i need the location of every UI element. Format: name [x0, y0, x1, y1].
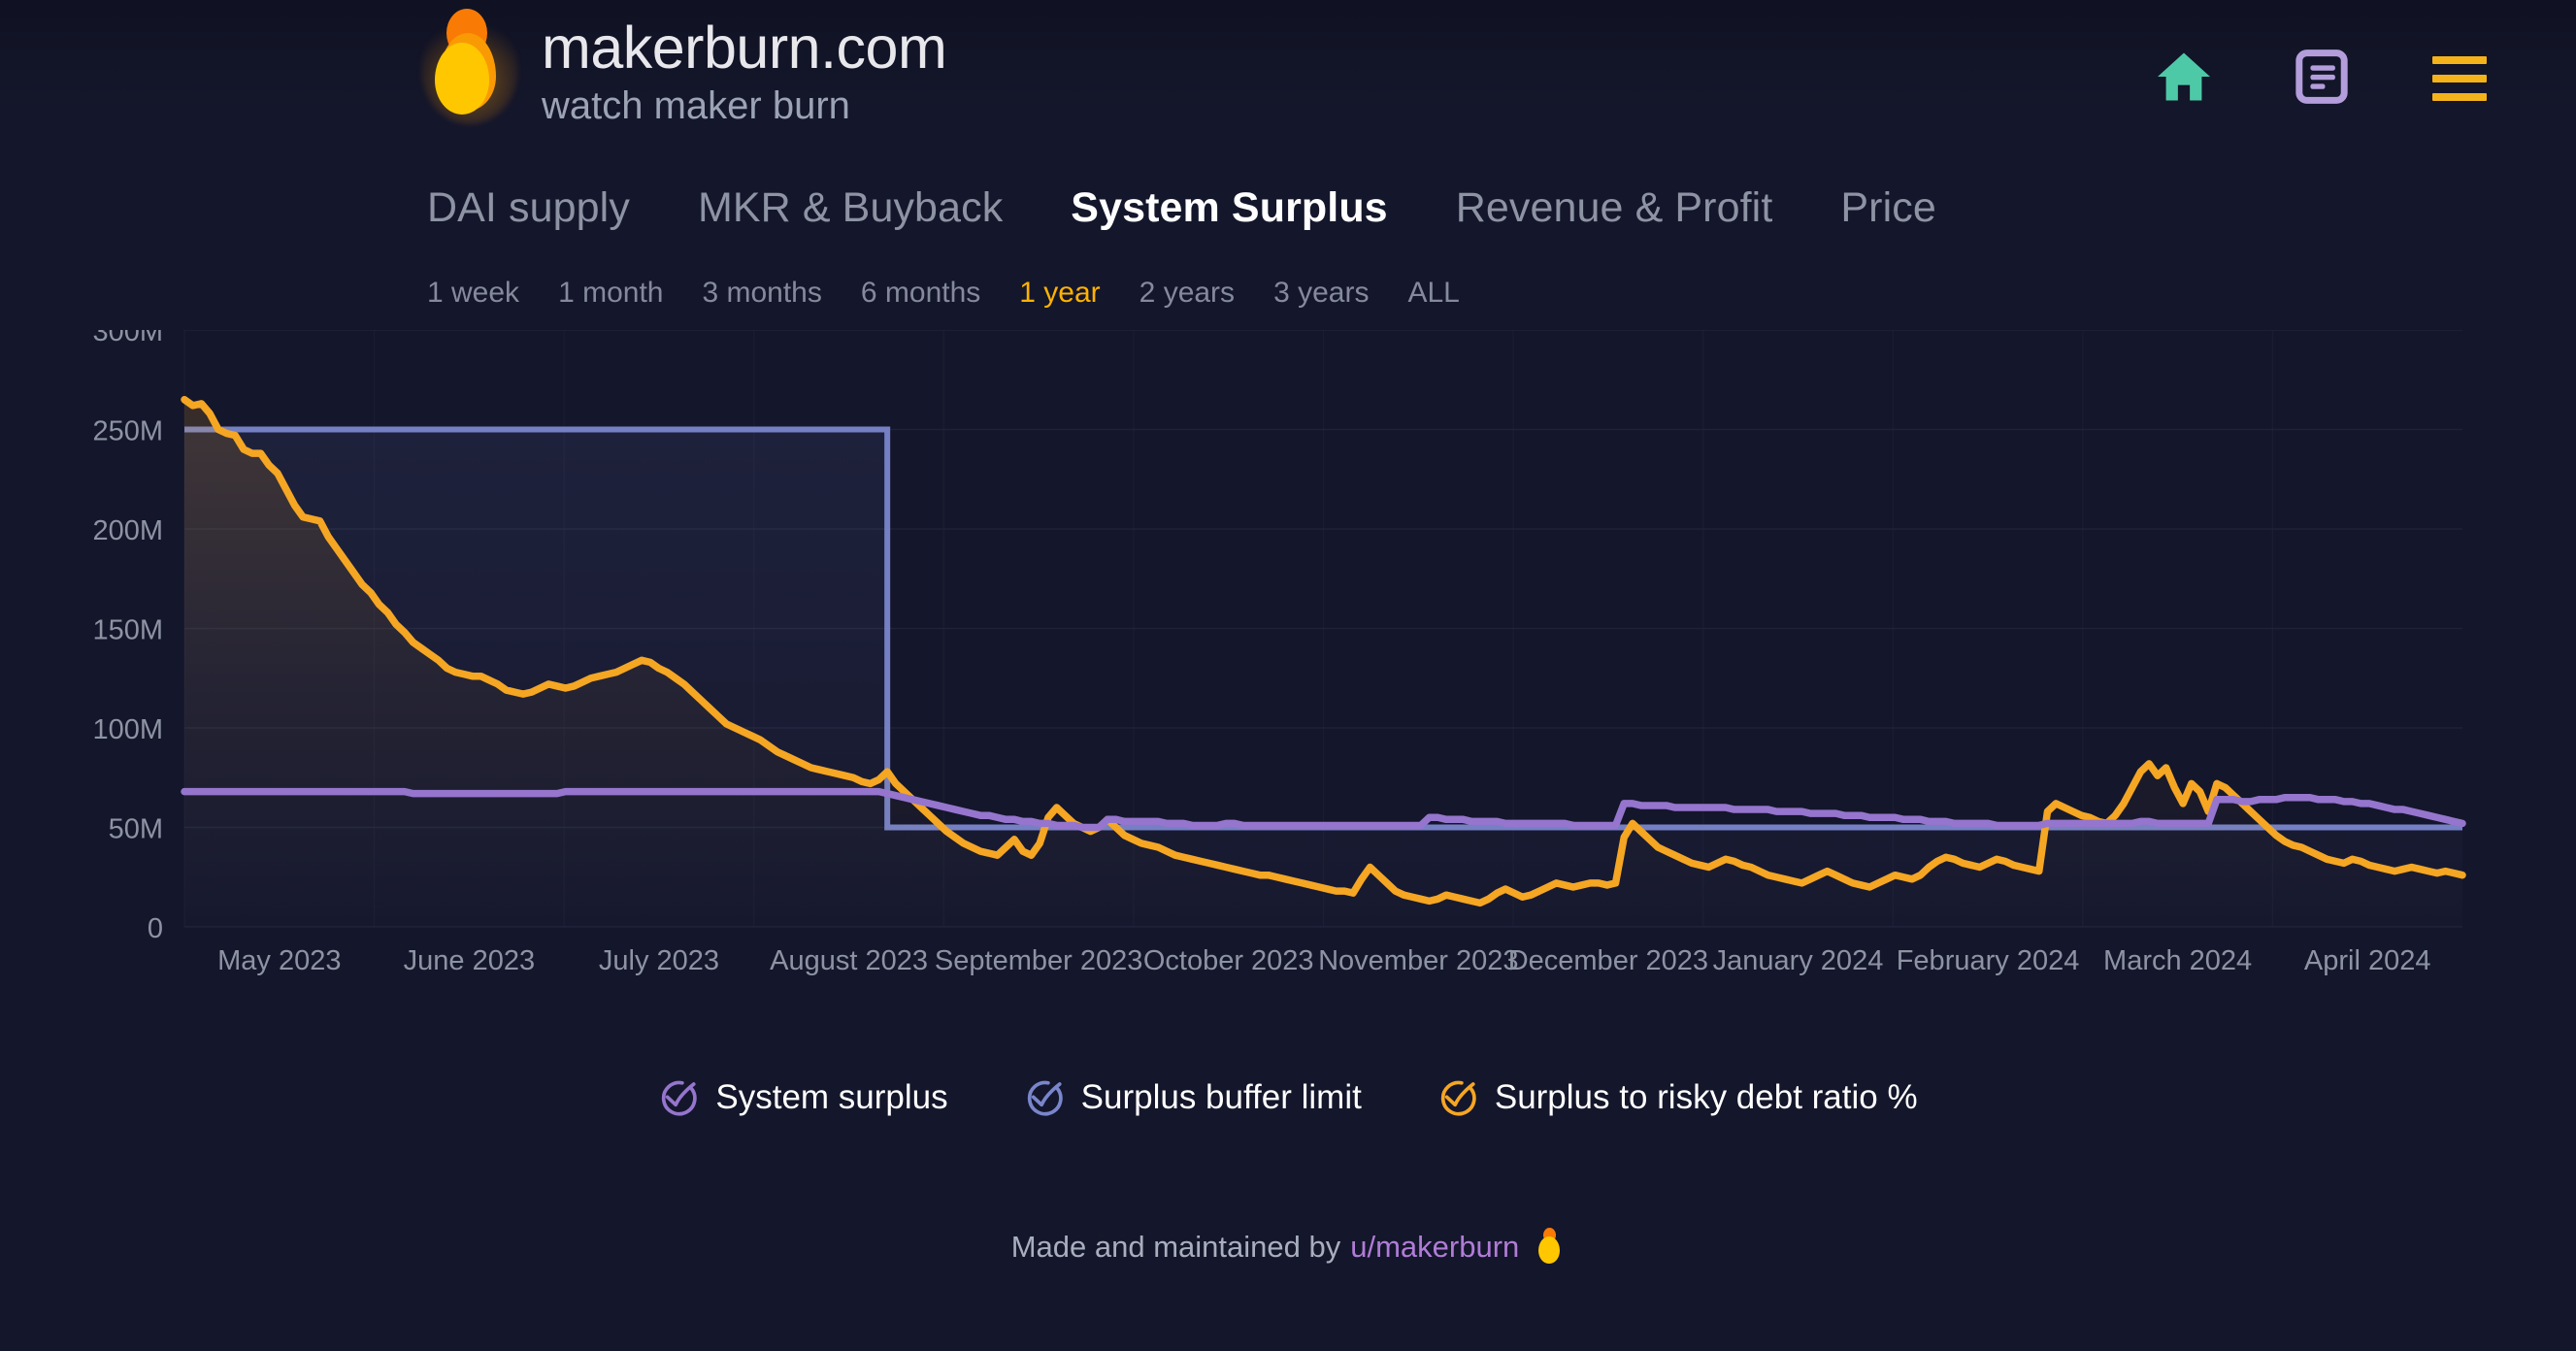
- tab-dai-supply[interactable]: DAI supply: [427, 184, 664, 232]
- flame-drop-logo-small-icon: [1534, 1228, 1565, 1267]
- brand-logo-block[interactable]: makerburn.com watch maker burn: [419, 8, 947, 130]
- svg-text:January 2024: January 2024: [1713, 945, 1884, 976]
- svg-text:50M: 50M: [109, 814, 163, 845]
- tab-revenue-profit[interactable]: Revenue & Profit: [1422, 184, 1807, 232]
- document-icon[interactable]: [2295, 49, 2349, 110]
- svg-text:150M: 150M: [92, 615, 163, 646]
- brand-title: makerburn.com: [542, 15, 947, 81]
- tab-price[interactable]: Price: [1806, 184, 1969, 232]
- svg-text:February 2024: February 2024: [1897, 945, 2080, 976]
- legend-label-system-surplus: System surplus: [715, 1078, 948, 1116]
- chart-canvas[interactable]: 0 50M 100M 150M 200M 250M 300M May 2023 June 20…: [0, 330, 2576, 1029]
- range-2-years[interactable]: 2 years: [1120, 277, 1254, 310]
- svg-text:200M: 200M: [92, 515, 163, 546]
- svg-text:June 2023: June 2023: [404, 945, 535, 976]
- system-surplus-chart[interactable]: 0 50M 100M 150M 200M 250M 300M May 2023 June 20…: [0, 330, 2576, 1029]
- svg-text:100M: 100M: [92, 714, 163, 745]
- check-circle-icon: [662, 1080, 698, 1116]
- range-all[interactable]: ALL: [1388, 277, 1478, 310]
- hamburger-menu-icon[interactable]: [2432, 56, 2487, 101]
- flame-drop-logo-icon: [419, 8, 520, 126]
- legend-item-surplus-buffer-limit[interactable]: Surplus buffer limit: [1024, 1077, 1362, 1118]
- svg-text:March 2024: March 2024: [2103, 945, 2252, 976]
- chart-y-axis-labels: 0 50M 100M 150M 200M 250M 300M: [92, 330, 163, 944]
- svg-text:September 2023: September 2023: [935, 945, 1142, 976]
- footer-author-link[interactable]: u/makerburn: [1350, 1230, 1519, 1265]
- svg-text:300M: 300M: [92, 330, 163, 347]
- check-circle-icon: [1440, 1080, 1476, 1116]
- range-1-month[interactable]: 1 month: [539, 277, 682, 310]
- page-footer: Made and maintained by u/makerburn: [0, 1228, 2576, 1267]
- time-range-selector: 1 week 1 month 3 months 6 months 1 year …: [427, 277, 1479, 310]
- range-6-months[interactable]: 6 months: [842, 277, 1000, 310]
- svg-text:July 2023: July 2023: [599, 945, 719, 976]
- chart-legend: System surplus Surplus buffer limit Surp…: [0, 1077, 2576, 1118]
- legend-item-risky-debt-ratio[interactable]: Surplus to risky debt ratio %: [1437, 1077, 1918, 1118]
- chart-tab-bar: DAI supply MKR & Buyback System Surplus …: [427, 184, 1970, 232]
- svg-text:April 2024: April 2024: [2304, 945, 2431, 976]
- range-3-months[interactable]: 3 months: [682, 277, 841, 310]
- brand-subtitle: watch maker burn: [542, 84, 850, 128]
- svg-text:0: 0: [148, 913, 163, 944]
- svg-text:November 2023: November 2023: [1318, 945, 1518, 976]
- svg-text:250M: 250M: [92, 416, 163, 447]
- chart-x-axis-labels: May 2023 June 2023 July 2023 August 2023 Sep…: [217, 945, 2430, 976]
- site-header: makerburn.com watch maker burn: [0, 0, 2576, 155]
- tab-system-surplus[interactable]: System Surplus: [1037, 184, 1421, 232]
- svg-text:December 2023: December 2023: [1508, 945, 1708, 976]
- svg-text:August 2023: August 2023: [770, 945, 928, 976]
- range-3-years[interactable]: 3 years: [1254, 277, 1388, 310]
- legend-label-risky-debt-ratio: Surplus to risky debt ratio %: [1494, 1078, 1918, 1116]
- tab-mkr-buyback[interactable]: MKR & Buyback: [664, 184, 1037, 232]
- svg-text:May 2023: May 2023: [217, 945, 341, 976]
- legend-item-system-surplus[interactable]: System surplus: [658, 1077, 948, 1118]
- legend-label-surplus-buffer-limit: Surplus buffer limit: [1080, 1078, 1362, 1116]
- range-1-year[interactable]: 1 year: [1000, 277, 1119, 310]
- footer-text: Made and maintained by: [1010, 1230, 1341, 1264]
- svg-text:October 2023: October 2023: [1143, 945, 1314, 976]
- home-icon[interactable]: [2155, 50, 2213, 108]
- check-circle-icon: [1027, 1080, 1063, 1116]
- range-1-week[interactable]: 1 week: [427, 277, 539, 310]
